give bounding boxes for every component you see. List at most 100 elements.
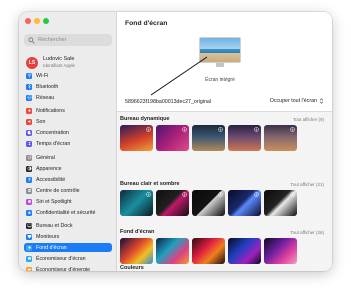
search-icon [28, 36, 35, 44]
wallpaper-thumbnail[interactable] [228, 190, 261, 216]
sidebar-item-label: Siri et Spotlight [36, 198, 72, 205]
sidebar-item-label: Moniteurs [36, 233, 60, 240]
bell-icon [26, 107, 32, 114]
show-all-link[interactable]: Tout afficher (26) [290, 230, 324, 235]
wallpaper-filename: 5896623f198ba00013dec27_original [125, 99, 212, 105]
sidebar-item[interactable]: Notifications [24, 106, 112, 115]
wallpaper-thumbnail[interactable] [120, 238, 153, 264]
siri-icon [26, 198, 32, 205]
sidebar-item-label: Général [36, 154, 55, 161]
thumbnail-row [120, 190, 297, 216]
sidebar-item-label: Son [36, 118, 46, 125]
sidebar-item[interactable]: Réseau [24, 93, 112, 102]
sidebar-item-label: Wi-Fi [36, 72, 49, 79]
zoom-button[interactable] [43, 18, 49, 24]
section-title: Bureau dynamique [120, 116, 170, 122]
section-header: Bureau clair et sombre Tout afficher (21… [120, 181, 324, 187]
download-icon [182, 127, 187, 132]
wallpaper-thumbnail[interactable] [228, 125, 261, 151]
sidebar-item-label: Temps d'écran [36, 140, 71, 147]
accessibility-icon [26, 176, 32, 183]
display-label: Écran intégré [205, 77, 235, 83]
download-icon [218, 127, 223, 132]
wallpaper-thumbnail[interactable] [120, 125, 153, 151]
sidebar-item[interactable]: Moniteurs [24, 232, 112, 241]
speaker-icon [26, 118, 32, 125]
show-all-link[interactable]: Tout afficher (21) [290, 182, 324, 187]
sidebar-item-label: Notifications [36, 107, 65, 114]
sidebar-item[interactable]: Bureau et Dock [24, 221, 112, 230]
wallpaper-thumbnail[interactable] [156, 190, 189, 216]
avatar: LS [26, 56, 38, 69]
search-field[interactable] [24, 34, 112, 46]
sidebar-item[interactable]: Wi-Fi [24, 71, 112, 80]
sidebar-item[interactable]: Bluetooth [24, 82, 112, 91]
wallpaper-thumbnail[interactable] [264, 190, 297, 216]
wallpaper-thumbnail[interactable] [228, 238, 261, 264]
thumbnail-row [120, 125, 297, 151]
sidebar-item-label: Apparence [36, 165, 62, 172]
sidebar-item-label: Concentration [36, 129, 69, 136]
sidebar-item-label: Économiseur d'écran [36, 255, 86, 262]
chevron-updown-icon [319, 98, 324, 104]
wallpaper-thumbnail[interactable] [120, 190, 153, 216]
wallpaper-thumbnail[interactable] [192, 238, 225, 264]
sidebar-item[interactable]: Concentration [24, 128, 112, 137]
sidebar-item[interactable]: Confidentialité et sécurité [24, 208, 112, 217]
download-icon [146, 127, 151, 132]
close-button[interactable] [25, 18, 31, 24]
wallpaper-thumbnail[interactable] [264, 238, 297, 264]
sidebar-item[interactable]: Fond d'écran [24, 243, 112, 252]
sidebar-item-label: Économiseur d'énergie [36, 266, 91, 272]
window-controls [25, 18, 49, 24]
bluetooth-icon [26, 83, 32, 90]
sidebar-item-label: Bluetooth [36, 83, 59, 90]
sidebar-item[interactable]: Son [24, 117, 112, 126]
account-name: Ludovic Sale [43, 56, 75, 62]
globe-icon [26, 94, 32, 101]
sidebar-item[interactable]: Centre de contrôle [24, 186, 112, 195]
battery-icon [26, 266, 32, 271]
section-title: Couleurs [120, 265, 144, 271]
display-icon [26, 233, 32, 240]
dock-icon [26, 222, 32, 229]
section-title: Bureau clair et sombre [120, 181, 180, 187]
gear-icon [26, 154, 32, 161]
wifi-icon [26, 72, 32, 79]
sidebar-item-label: Accessibilité [36, 176, 66, 183]
display-preview[interactable] [199, 37, 241, 67]
thumbnail-row [120, 238, 297, 264]
download-icon [254, 127, 259, 132]
fill-mode-select[interactable]: Occuper tout l'écran [270, 98, 324, 104]
sidebar-item[interactable]: Temps d'écran [24, 139, 112, 148]
page-title: Fond d'écran [125, 20, 168, 27]
sidebar-item[interactable]: Général [24, 153, 112, 162]
monitor-stand [216, 63, 224, 67]
minimize-button[interactable] [34, 18, 40, 24]
settings-window: LS Ludovic Sale Identifiant Apple Wi-Fi B… [19, 12, 332, 271]
sidebar-item[interactable]: Apparence [24, 164, 112, 173]
screensaver-icon [26, 255, 32, 262]
wallpaper-thumbnail[interactable] [156, 125, 189, 151]
sidebar-item[interactable]: Économiseur d'écran [24, 254, 112, 263]
sidebar-item[interactable]: Accessibilité [24, 175, 112, 184]
fill-mode-value: Occuper tout l'écran [269, 98, 317, 104]
download-icon [218, 192, 223, 197]
download-icon [290, 127, 295, 132]
apple-account[interactable]: LS Ludovic Sale Identifiant Apple [26, 56, 75, 69]
search-input[interactable] [38, 37, 110, 43]
download-icon [182, 192, 187, 197]
sidebar-item-label: Réseau [36, 94, 55, 101]
appearance-icon [26, 165, 32, 172]
wallpaper-thumbnail[interactable] [192, 190, 225, 216]
wallpaper-thumbnail[interactable] [156, 238, 189, 264]
wallpaper-icon [26, 244, 32, 251]
wallpaper-thumbnail[interactable] [192, 125, 225, 151]
sidebar-item[interactable]: Économiseur d'énergie [24, 265, 112, 271]
show-all-link[interactable]: Tout afficher (9) [293, 117, 324, 122]
download-icon [146, 192, 151, 197]
sidebar: LS Ludovic Sale Identifiant Apple Wi-Fi B… [19, 12, 117, 271]
sidebar-item[interactable]: Siri et Spotlight [24, 197, 112, 206]
sidebar-item-label: Centre de contrôle [36, 187, 80, 194]
wallpaper-thumbnail[interactable] [264, 125, 297, 151]
